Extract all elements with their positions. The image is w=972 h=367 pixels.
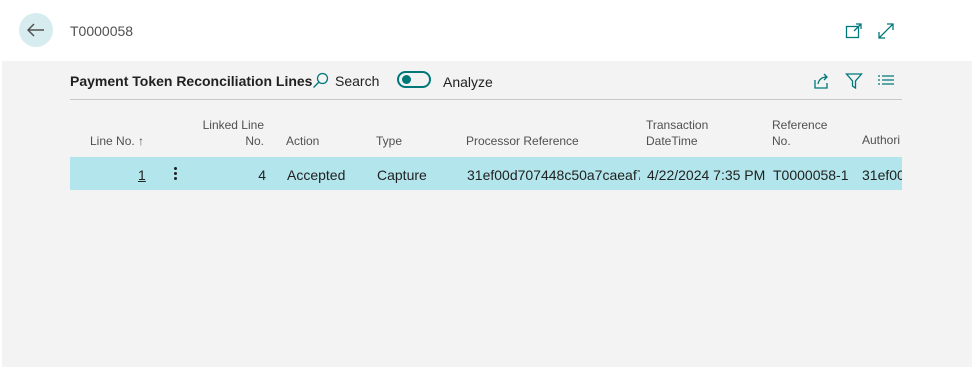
cell-reference-no: T0000058-1	[773, 167, 849, 183]
expand-icon[interactable]	[877, 22, 895, 40]
search-icon	[313, 72, 329, 88]
search-label: Search	[335, 72, 380, 89]
lines-part	[2, 61, 970, 367]
part-title: Payment Token Reconciliation Lines	[70, 73, 313, 89]
row-actions-menu-icon[interactable]	[170, 165, 180, 183]
column-header-linked-line-no[interactable]: Linked Line No.	[196, 117, 264, 149]
dot	[173, 177, 177, 180]
column-header-action[interactable]: Action	[286, 133, 319, 149]
toggle-knob	[402, 75, 411, 84]
analyze-label: Analyze	[443, 74, 493, 90]
search-button[interactable]: Search	[312, 72, 379, 89]
list-view-icon[interactable]	[877, 72, 895, 90]
cell-processor-reference: 31ef00d707448c50a7caeaf7	[467, 167, 640, 183]
column-header-processor-reference[interactable]: Processor Reference	[466, 133, 579, 149]
arrow-left-icon	[27, 23, 44, 37]
column-header-type[interactable]: Type	[376, 133, 402, 149]
cell-transaction-datetime: 4/22/2024 7:35 PM	[647, 167, 766, 183]
column-header-label: Linked Line	[202, 118, 264, 132]
cell-type: Capture	[377, 167, 427, 183]
back-button[interactable]	[19, 13, 53, 47]
dot	[173, 172, 177, 175]
column-header-label: DateTime	[646, 134, 698, 148]
cell-action: Accepted	[287, 167, 346, 183]
line-no-link[interactable]: 1	[138, 167, 146, 183]
column-header-label: No.	[245, 134, 264, 148]
column-header-transaction-datetime[interactable]: Transaction DateTime	[646, 117, 708, 149]
open-new-window-icon[interactable]	[845, 22, 863, 40]
page-header: T0000058	[0, 0, 972, 61]
filter-icon[interactable]	[845, 72, 863, 90]
cell-line-no[interactable]: 1	[138, 167, 146, 183]
share-icon[interactable]	[812, 72, 830, 90]
record-title: T0000058	[70, 23, 134, 39]
column-header-reference-no[interactable]: Reference No.	[772, 117, 827, 149]
column-header-label: Reference	[772, 118, 828, 132]
column-header-label: Transaction	[646, 118, 709, 132]
dot	[173, 167, 177, 170]
column-header-authorization[interactable]: Authori	[862, 133, 902, 147]
column-header-line-no[interactable]: Line No. ↑	[90, 133, 144, 149]
column-header-label: No.	[772, 134, 791, 148]
cell-linked-line-no: 4	[258, 167, 266, 183]
analyze-toggle[interactable]	[397, 71, 431, 88]
divider	[70, 99, 902, 100]
cell-authorization: 31ef00	[862, 167, 902, 183]
